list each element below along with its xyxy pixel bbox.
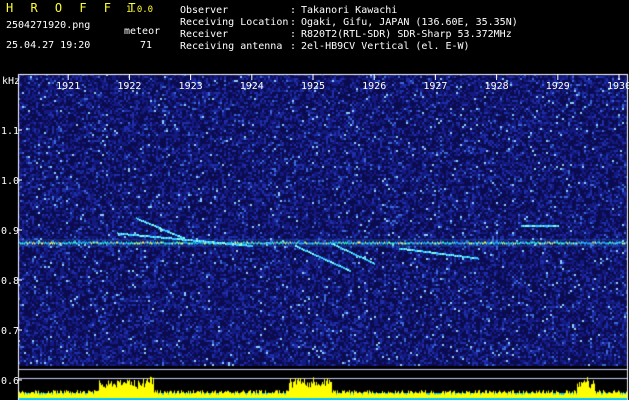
x-tick-label: 1923 [179, 81, 203, 92]
axes-overlay: kHz 1921 1922 1923 1924 1925 1926 1927 1928 1929… [1, 74, 629, 387]
y-tick-label: 0.7 [1, 326, 19, 337]
x-tick-label: 1930 [607, 81, 629, 92]
y-tick-labels: 1.1 1.0 0.9 0.8 0.7 0.6 [1, 126, 22, 387]
x-tick-label: 1921 [56, 81, 80, 92]
x-tick-label: 1922 [117, 81, 141, 92]
x-tick-label: 1927 [423, 81, 447, 92]
y-tick-label: 0.6 [1, 376, 19, 387]
x-tick-label: 1926 [362, 81, 386, 92]
y-tick-label: 0.9 [1, 226, 19, 237]
x-tick-label: 1924 [240, 81, 264, 92]
y-tick-label: 0.8 [1, 276, 19, 287]
x-tick-label: 1929 [546, 81, 570, 92]
x-tick-label: 1928 [485, 81, 509, 92]
y-unit-label: kHz [2, 76, 20, 87]
y-tick-label: 1.0 [1, 176, 19, 187]
x-tick-label: 1925 [301, 81, 325, 92]
y-tick-label: 1.1 [1, 126, 19, 137]
x-tick-labels: 1921 1922 1923 1924 1925 1926 1927 1928 1929 1930 [56, 74, 629, 92]
